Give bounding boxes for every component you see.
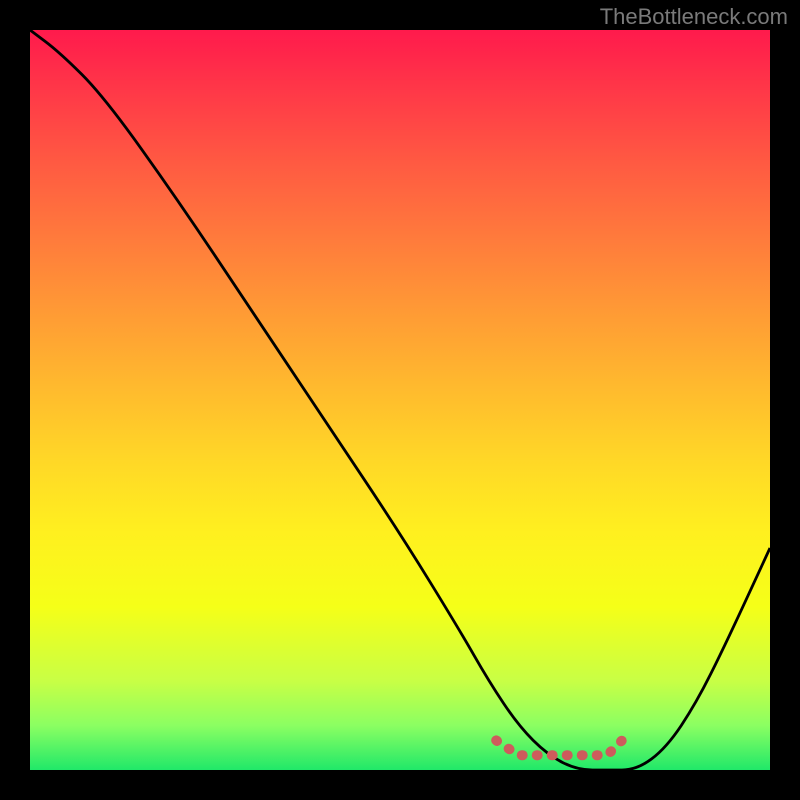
chart-svg-overlay bbox=[30, 30, 770, 770]
chart-container: TheBottleneck.com bbox=[0, 0, 800, 800]
bottleneck-curve-path bbox=[30, 30, 770, 770]
watermark-text: TheBottleneck.com bbox=[600, 4, 788, 30]
optimal-region-marker-path bbox=[496, 740, 622, 755]
